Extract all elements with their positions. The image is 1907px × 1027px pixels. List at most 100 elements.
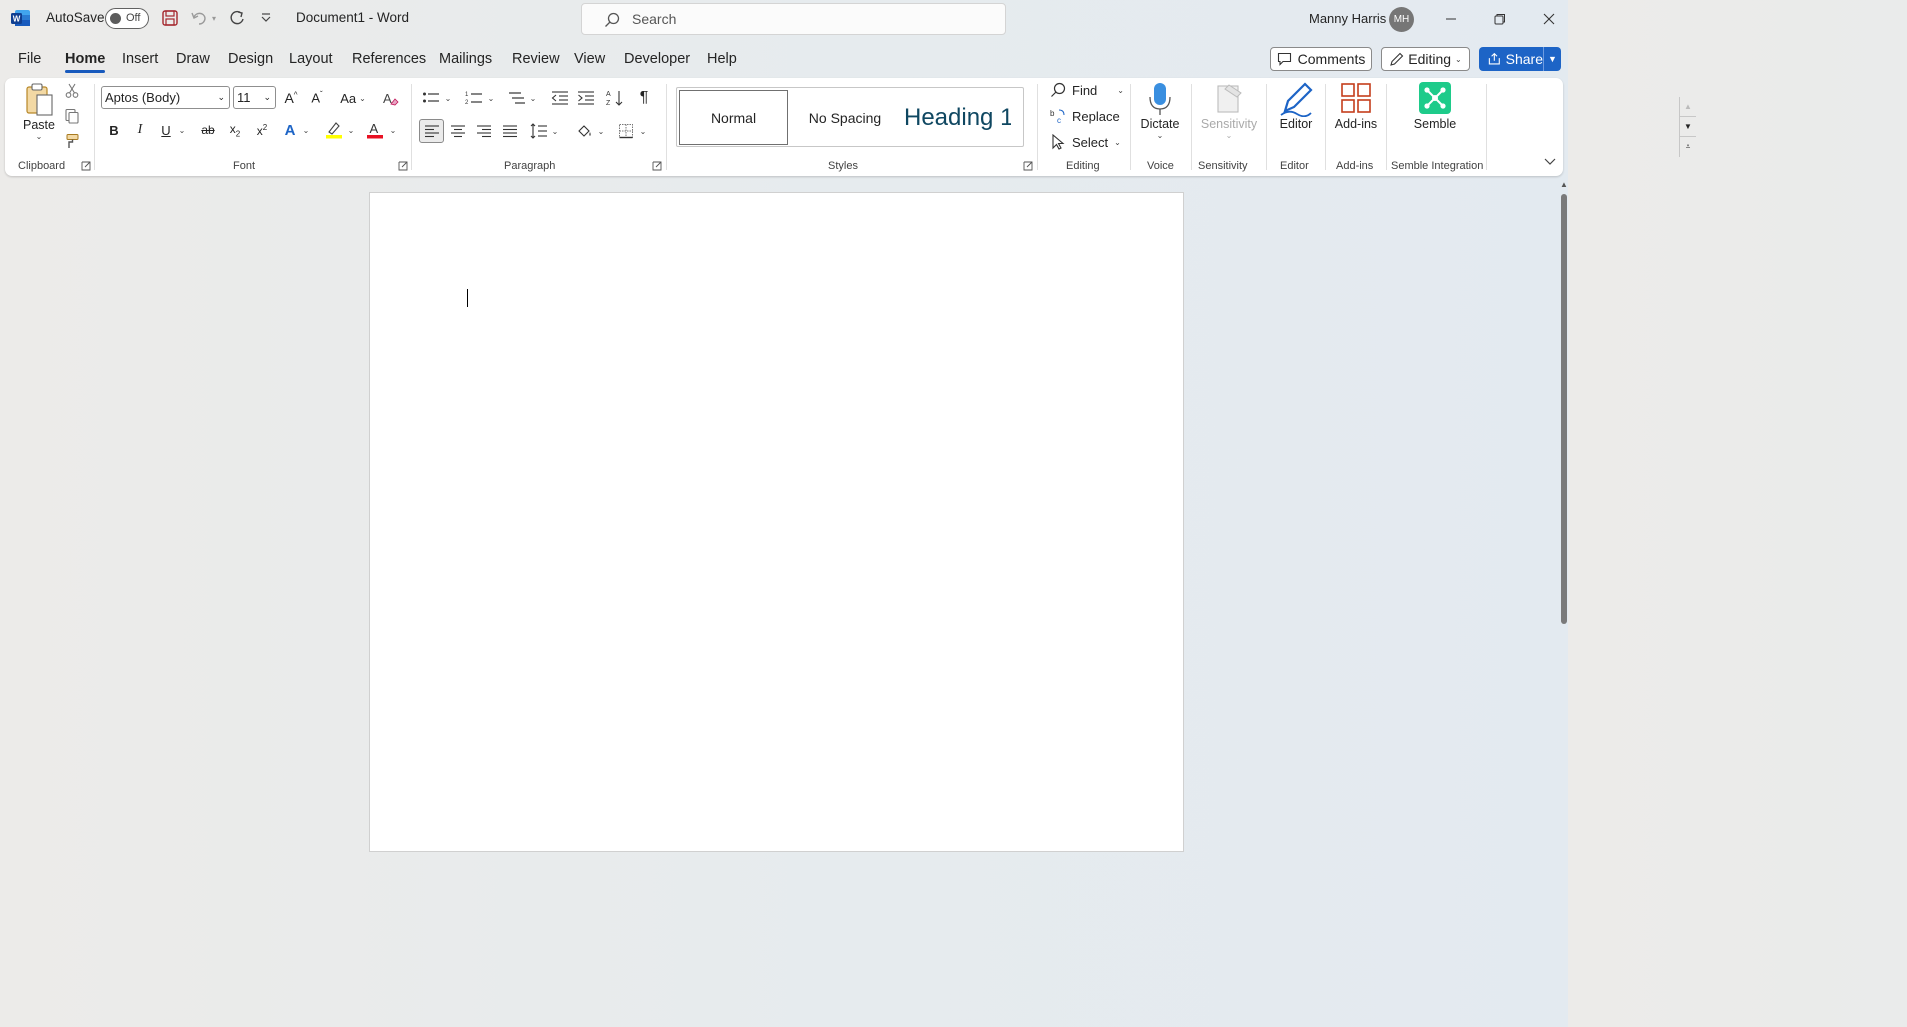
numbering-dropdown-icon[interactable]: ⌄ — [484, 87, 498, 109]
editing-mode-button[interactable]: Editing ⌄ — [1381, 47, 1470, 71]
sort-button[interactable]: AZ — [604, 87, 626, 109]
numbering-button[interactable]: 12 — [463, 87, 485, 109]
share-button[interactable]: Share ▼ — [1479, 47, 1561, 71]
styles-scroll-up-icon[interactable]: ▲ — [1680, 97, 1696, 117]
bullets-button[interactable] — [420, 87, 442, 109]
select-button[interactable]: Select ⌄ — [1050, 134, 1121, 150]
find-button[interactable]: Find ⌄ — [1050, 82, 1124, 98]
tab-view[interactable]: View — [574, 51, 605, 67]
clear-formatting-button[interactable]: A — [379, 87, 401, 109]
tab-file[interactable]: File — [18, 51, 41, 67]
tab-design[interactable]: Design — [228, 51, 273, 67]
document-page[interactable] — [369, 192, 1184, 852]
search-input[interactable]: Search — [581, 3, 1006, 35]
comments-button[interactable]: Comments — [1270, 47, 1372, 71]
tab-developer[interactable]: Developer — [624, 51, 690, 67]
styles-more-icon[interactable]: ⩡ — [1680, 137, 1696, 157]
dictate-dropdown-icon[interactable]: ⌄ — [1157, 131, 1164, 140]
highlight-dropdown-icon[interactable]: ⌄ — [344, 119, 358, 141]
customize-qat-icon[interactable] — [260, 12, 272, 24]
minimize-button[interactable] — [1427, 0, 1475, 38]
change-case-button[interactable]: Aa ⌄ — [336, 87, 370, 109]
font-size-combo[interactable]: 11 ⌄ — [233, 86, 276, 109]
grow-font-button[interactable]: A^ — [280, 87, 302, 109]
font-launcher-icon[interactable] — [398, 161, 408, 171]
format-painter-button[interactable] — [61, 130, 83, 152]
paste-button[interactable]: Paste ⌄ — [19, 82, 59, 141]
font-name-combo[interactable]: Aptos (Body) ⌄ — [101, 86, 230, 109]
scroll-up-arrow-icon[interactable]: ▲ — [1560, 180, 1568, 189]
underline-button[interactable]: U — [155, 119, 177, 141]
show-formatting-button[interactable]: ¶ — [633, 87, 655, 109]
tab-layout[interactable]: Layout — [289, 51, 333, 67]
line-spacing-dropdown-icon[interactable]: ⌄ — [548, 120, 562, 142]
multilevel-list-button[interactable] — [506, 87, 528, 109]
underline-dropdown-icon[interactable]: ⌄ — [175, 119, 189, 141]
shading-button[interactable] — [574, 120, 596, 142]
highlight-button[interactable] — [323, 119, 345, 141]
styles-launcher-icon[interactable] — [1023, 161, 1033, 171]
borders-dropdown-icon[interactable]: ⌄ — [636, 120, 650, 142]
save-button[interactable] — [161, 9, 179, 27]
tab-references[interactable]: References — [352, 51, 426, 67]
text-effects-dropdown-icon[interactable]: ⌄ — [299, 119, 313, 141]
sensitivity-button[interactable]: Sensitivity ⌄ — [1198, 81, 1260, 140]
styles-scroll-down-icon[interactable]: ▼ — [1680, 117, 1696, 137]
user-name[interactable]: Manny Harris — [1309, 11, 1386, 26]
editor-button[interactable]: Editor — [1273, 81, 1319, 131]
paragraph-launcher-icon[interactable] — [652, 161, 662, 171]
avatar[interactable]: MH — [1389, 7, 1414, 32]
align-right-button[interactable] — [473, 120, 495, 142]
style-heading-1[interactable]: Heading 1 — [901, 90, 1011, 145]
dictate-button[interactable]: Dictate ⌄ — [1137, 81, 1183, 140]
semble-button[interactable]: Semble — [1410, 81, 1460, 131]
tab-draw[interactable]: Draw — [176, 51, 210, 67]
multilevel-dropdown-icon[interactable]: ⌄ — [526, 87, 540, 109]
tab-review[interactable]: Review — [512, 51, 560, 67]
copy-button[interactable] — [61, 105, 83, 127]
tab-help[interactable]: Help — [707, 51, 737, 67]
tab-mailings[interactable]: Mailings — [439, 51, 492, 67]
cut-button[interactable] — [61, 80, 83, 102]
tab-insert[interactable]: Insert — [122, 51, 158, 67]
share-main[interactable]: Share — [1479, 47, 1544, 71]
italic-button[interactable]: I — [129, 119, 151, 141]
ribbon-options-chevron-icon[interactable] — [1544, 157, 1556, 167]
share-dropdown-icon[interactable]: ▼ — [1544, 54, 1561, 64]
font-color-button[interactable]: A — [364, 119, 386, 141]
font-color-dropdown-icon[interactable]: ⌄ — [386, 119, 400, 141]
strikethrough-icon: ab — [201, 123, 215, 137]
close-button[interactable] — [1525, 0, 1573, 38]
bold-button[interactable]: B — [103, 119, 125, 141]
line-spacing-button[interactable] — [528, 120, 550, 142]
undo-dropdown-icon[interactable]: ▾ — [212, 14, 216, 23]
undo-button[interactable] — [190, 9, 208, 27]
shading-dropdown-icon[interactable]: ⌄ — [594, 120, 608, 142]
style-normal[interactable]: Normal — [679, 90, 788, 145]
replace-button[interactable]: bc Replace — [1050, 108, 1120, 125]
restore-button[interactable] — [1476, 0, 1524, 38]
bullets-dropdown-icon[interactable]: ⌄ — [441, 87, 455, 109]
superscript-button[interactable]: x2 — [251, 119, 273, 141]
decrease-indent-button[interactable] — [549, 87, 571, 109]
subscript-button[interactable]: x2 — [224, 119, 246, 141]
align-left-button[interactable] — [419, 119, 444, 143]
svg-text:c: c — [1057, 116, 1061, 124]
add-ins-button[interactable]: Add-ins — [1332, 81, 1380, 131]
redo-button[interactable] — [228, 9, 246, 27]
strikethrough-button[interactable]: ab — [197, 119, 219, 141]
increase-indent-button[interactable] — [575, 87, 597, 109]
paste-dropdown-icon[interactable]: ⌄ — [36, 132, 43, 141]
scroll-thumb[interactable] — [1561, 194, 1567, 624]
sensitivity-dropdown-icon[interactable]: ⌄ — [1226, 131, 1233, 140]
align-center-button[interactable] — [447, 120, 469, 142]
justify-button[interactable] — [499, 120, 521, 142]
clipboard-launcher-icon[interactable] — [81, 161, 91, 171]
style-no-spacing[interactable]: No Spacing — [790, 90, 900, 145]
text-effects-button[interactable]: A — [279, 119, 301, 141]
borders-button[interactable] — [615, 120, 637, 142]
autosave-toggle[interactable]: Off — [105, 8, 149, 29]
tab-home[interactable]: Home — [65, 51, 105, 67]
vertical-scrollbar[interactable]: ▲ — [1558, 180, 1568, 844]
shrink-font-button[interactable]: Aˇ — [306, 87, 328, 109]
